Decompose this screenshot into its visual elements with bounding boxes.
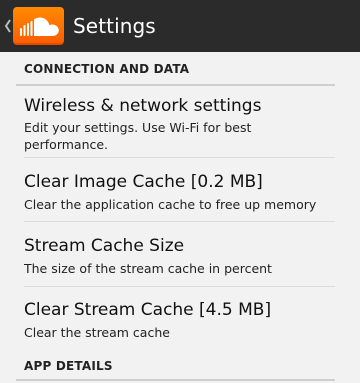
settings-list: CONNECTION AND DATA Wireless & network s…	[0, 52, 360, 383]
pref-summary: The size of the stream cache in percent	[24, 261, 272, 276]
section-header-connection: CONNECTION AND DATA	[24, 62, 190, 76]
soundcloud-logo-icon	[20, 17, 59, 36]
pref-title: Clear Image Cache [0.2 MB]	[24, 172, 263, 192]
pref-summary: Clear the stream cache	[24, 325, 170, 340]
pref-clear-image-cache[interactable]: Clear Image Cache [0.2 MB] Clear the app…	[0, 158, 360, 220]
pref-wireless-network-settings[interactable]: Wireless & network settings Edit your se…	[0, 86, 360, 158]
chevron-left-icon[interactable]	[3, 16, 13, 36]
page-title: Settings	[73, 14, 156, 38]
section-divider	[16, 379, 335, 381]
pref-summary: Edit your settings. Use Wi-Fi for best p…	[24, 120, 252, 152]
section-header-app-details: APP DETAILS	[24, 359, 113, 373]
pref-title: Clear Stream Cache [4.5 MB]	[24, 300, 272, 320]
pref-stream-cache-size[interactable]: Stream Cache Size The size of the stream…	[0, 222, 360, 285]
action-bar: Settings	[0, 0, 360, 52]
pref-title: Stream Cache Size	[24, 236, 185, 256]
pref-summary: Clear the application cache to free up m…	[24, 197, 317, 212]
soundcloud-icon[interactable]	[13, 7, 64, 45]
pref-title: Wireless & network settings	[24, 96, 262, 116]
pref-clear-stream-cache[interactable]: Clear Stream Cache [4.5 MB] Clear the st…	[0, 287, 360, 348]
